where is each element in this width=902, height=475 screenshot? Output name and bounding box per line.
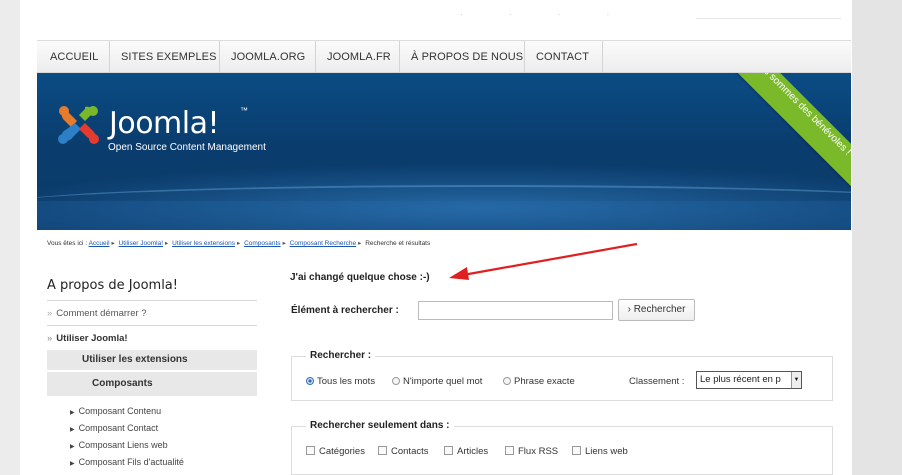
nav-divider xyxy=(219,41,220,73)
checkbox-icon xyxy=(572,446,581,455)
sidebar-divider xyxy=(47,325,257,326)
nav-item-a-propos[interactable]: À PROPOS DE NOUS xyxy=(411,41,523,73)
page: · · · · ACCUEIL SITES EXEMPLES JOOMLA.OR… xyxy=(20,0,852,475)
page-background-strip xyxy=(852,0,902,475)
breadcrumb-separator-icon: ▸ xyxy=(358,240,362,247)
checkbox-articles[interactable]: Articles xyxy=(444,446,488,457)
breadcrumb-link-composants[interactable]: Composants xyxy=(244,240,281,247)
checkbox-label: Articles xyxy=(457,446,489,457)
search-label: Élément à rechercher : xyxy=(291,305,399,316)
breadcrumb-link-accueil[interactable]: Accueil xyxy=(89,240,110,247)
bullet-icon: » xyxy=(47,333,53,344)
sidebar-subitem-label: Composant Fils d'actualité xyxy=(78,457,184,467)
sidebar-subitem-label: Composant Contenu xyxy=(78,406,162,416)
checkbox-label: Liens web xyxy=(585,446,628,457)
nav-item-contact[interactable]: CONTACT xyxy=(536,41,589,73)
ordering-label: Classement : xyxy=(629,376,685,387)
breadcrumb-separator-icon: ▸ xyxy=(282,240,286,247)
ordering-select[interactable]: Le plus récent en p ▼ xyxy=(696,371,802,389)
breadcrumb-prefix: Vous êtes ici : xyxy=(47,240,88,247)
logo-trademark: ™ xyxy=(240,106,248,115)
logo-wordmark[interactable]: Joomla! xyxy=(109,106,220,141)
checkbox-flux-rss[interactable]: Flux RSS xyxy=(505,446,558,457)
sidebar-subitem-label: Composant Contact xyxy=(78,423,159,433)
sidebar-title: A propos de Joomla! xyxy=(47,278,178,293)
top-links: · · · · xyxy=(460,10,632,19)
checkbox-contacts[interactable]: Contacts xyxy=(378,446,429,457)
nav-item-sites-exemples[interactable]: SITES EXEMPLES xyxy=(121,41,217,73)
checkbox-label: Flux RSS xyxy=(518,446,559,457)
radio-phrase-exacte[interactable]: Phrase exacte xyxy=(503,376,575,387)
sidebar-divider xyxy=(47,300,257,301)
triangle-right-icon: ▶ xyxy=(70,461,75,467)
breadcrumb-separator-icon: ▸ xyxy=(165,240,169,247)
sidebar-item-utiliser-joomla[interactable]: » Utiliser Joomla! xyxy=(47,333,257,344)
red-arrow-annotation xyxy=(449,242,638,280)
nav-item-accueil[interactable]: ACCUEIL xyxy=(50,41,98,73)
sidebar-item-composants[interactable]: Composants xyxy=(47,372,257,396)
ordering-select-value: Le plus récent en p xyxy=(700,374,781,385)
radio-checked-icon xyxy=(306,377,314,385)
checkbox-label: Contacts xyxy=(391,446,429,457)
breadcrumb-separator-icon: ▸ xyxy=(111,240,115,247)
sidebar-item-label: Utiliser Joomla! xyxy=(56,333,128,344)
site-header-banner: Joomla! ™ Open Source Content Management… xyxy=(37,73,851,230)
banner-swoosh xyxy=(37,201,851,230)
checkbox-icon xyxy=(306,446,315,455)
sidebar-subitem-liens-web[interactable]: ▶ Composant Liens web xyxy=(70,440,168,450)
chevron-right-icon: › xyxy=(627,304,631,315)
radio-unchecked-icon xyxy=(392,377,400,385)
checkbox-icon xyxy=(444,446,453,455)
nav-divider xyxy=(109,41,110,73)
search-button-label: Rechercher xyxy=(633,304,686,315)
sidebar-subitem-fils-actualite[interactable]: ▶ Composant Fils d'actualité xyxy=(70,457,184,467)
radio-label: Tous les mots xyxy=(317,376,376,387)
triangle-right-icon: ▶ xyxy=(70,444,75,450)
nav-item-joomla-fr[interactable]: JOOMLA.FR xyxy=(327,41,391,73)
breadcrumb: Vous êtes ici : Accueil ▸ Utiliser Joomla… xyxy=(47,239,430,247)
search-areas-legend: Rechercher seulement dans : xyxy=(306,420,454,431)
search-mode-legend: Rechercher : xyxy=(306,350,376,361)
sidebar-subitem-contenu[interactable]: ▶ Composant Contenu xyxy=(70,406,161,416)
breadcrumb-current: Recherche et résultats xyxy=(365,240,431,247)
triangle-right-icon: ▶ xyxy=(70,410,75,416)
bullet-icon: » xyxy=(47,308,53,319)
radio-label: Phrase exacte xyxy=(514,376,575,387)
sidebar-item-label: Comment démarrer ? xyxy=(56,308,147,319)
sidebar-item-comment-demarrer[interactable]: » Comment démarrer ? xyxy=(47,308,257,319)
radio-unchecked-icon xyxy=(503,377,511,385)
search-button[interactable]: › Rechercher xyxy=(618,299,695,321)
radio-tous-les-mots[interactable]: Tous les mots xyxy=(306,376,375,387)
checkbox-icon xyxy=(505,446,514,455)
breadcrumb-link-utiliser-extensions[interactable]: Utiliser les extensions xyxy=(172,240,235,247)
checkbox-icon xyxy=(378,446,387,455)
breadcrumb-separator-icon: ▸ xyxy=(236,240,241,247)
dropdown-arrow-icon: ▼ xyxy=(791,372,801,388)
nav-item-joomla-org[interactable]: JOOMLA.ORG xyxy=(231,41,305,73)
breadcrumb-link-composant-recherche[interactable]: Composant Recherche xyxy=(290,240,356,247)
sidebar-subitem-label: Composant Liens web xyxy=(78,440,168,450)
nav-divider xyxy=(524,41,525,73)
search-areas-fieldset: Rechercher seulement dans : xyxy=(291,420,833,475)
top-search-field[interactable] xyxy=(696,7,841,19)
triangle-right-icon: ▶ xyxy=(70,427,75,433)
nav-divider xyxy=(399,41,400,73)
joomla-logo-icon[interactable] xyxy=(55,103,103,147)
top-strip: · · · · xyxy=(20,0,852,38)
checkbox-label: Catégories xyxy=(319,446,365,457)
radio-label: N'importe quel mot xyxy=(403,376,483,387)
sidebar-subitem-contact[interactable]: ▶ Composant Contact xyxy=(70,423,158,433)
checkbox-categories[interactable]: Catégories xyxy=(306,446,365,457)
changed-message: J'ai changé quelque chose :-) xyxy=(290,272,430,283)
radio-nimporte-quel-mot[interactable]: N'importe quel mot xyxy=(392,376,482,387)
breadcrumb-link-utiliser-joomla[interactable]: Utiliser Joomla! xyxy=(119,240,163,247)
checkbox-liens-web[interactable]: Liens web xyxy=(572,446,628,457)
main-nav: ACCUEIL SITES EXEMPLES JOOMLA.ORG JOOMLA… xyxy=(37,40,851,73)
nav-divider xyxy=(315,41,316,73)
nav-divider xyxy=(602,41,603,73)
site-tagline: Open Source Content Management xyxy=(108,142,266,153)
search-input[interactable] xyxy=(418,301,613,320)
sidebar-item-utiliser-extensions[interactable]: Utiliser les extensions xyxy=(47,350,257,370)
